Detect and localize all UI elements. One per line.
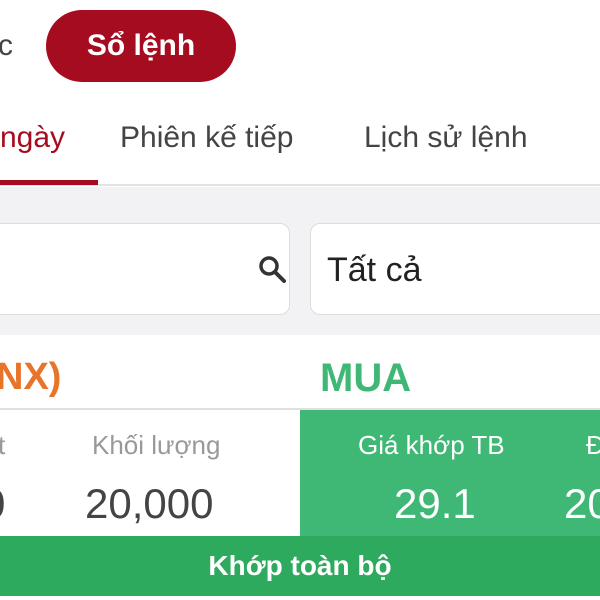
avg-match-price-value: 29.1 [394,480,476,527]
exchange-label: NX) [0,356,62,398]
truncated-label-left: t [0,430,6,460]
order-side-label: MUA [320,356,412,400]
avg-match-price-label: Giá khớp TB [358,430,505,460]
truncated-value-right: 20 [564,480,600,527]
tab-next-session[interactable]: Phiên kế tiếp [120,120,293,156]
order-card[interactable]: NX) MUA t 0 Khối lượng 20,000 Giá khớp T… [0,335,600,600]
top-bar: c Sổ lệnh [0,0,600,92]
previous-tab-label[interactable]: c [0,28,13,64]
order-detail-right: Giá khớp TB 29.1 Đ 20 [300,410,600,536]
order-book-button[interactable]: Sổ lệnh [46,10,236,82]
truncated-value-left: 0 [0,480,5,528]
order-status-bar: Khớp toàn bộ [0,536,600,596]
truncated-label-right: Đ [586,430,600,460]
active-tab-indicator [0,180,98,185]
tab-today[interactable]: ngày [0,120,65,156]
symbol-search-input[interactable] [0,223,290,315]
tab-order-history[interactable]: Lịch sử lệnh [364,120,528,156]
order-tabs: ngày Phiên kế tiếp Lịch sử lệnh [0,106,600,186]
search-icon[interactable] [257,254,287,284]
volume-label: Khối lượng [92,430,221,460]
status-filter-value: Tất cả [327,251,422,289]
order-detail-row: t 0 Khối lượng 20,000 Giá khớp TB 29.1 Đ… [0,408,600,536]
order-detail-left: t 0 Khối lượng 20,000 [0,410,300,536]
volume-value: 20,000 [85,480,214,527]
status-filter-select[interactable]: Tất cả [310,223,600,315]
filter-area: Tất cả [0,187,600,335]
